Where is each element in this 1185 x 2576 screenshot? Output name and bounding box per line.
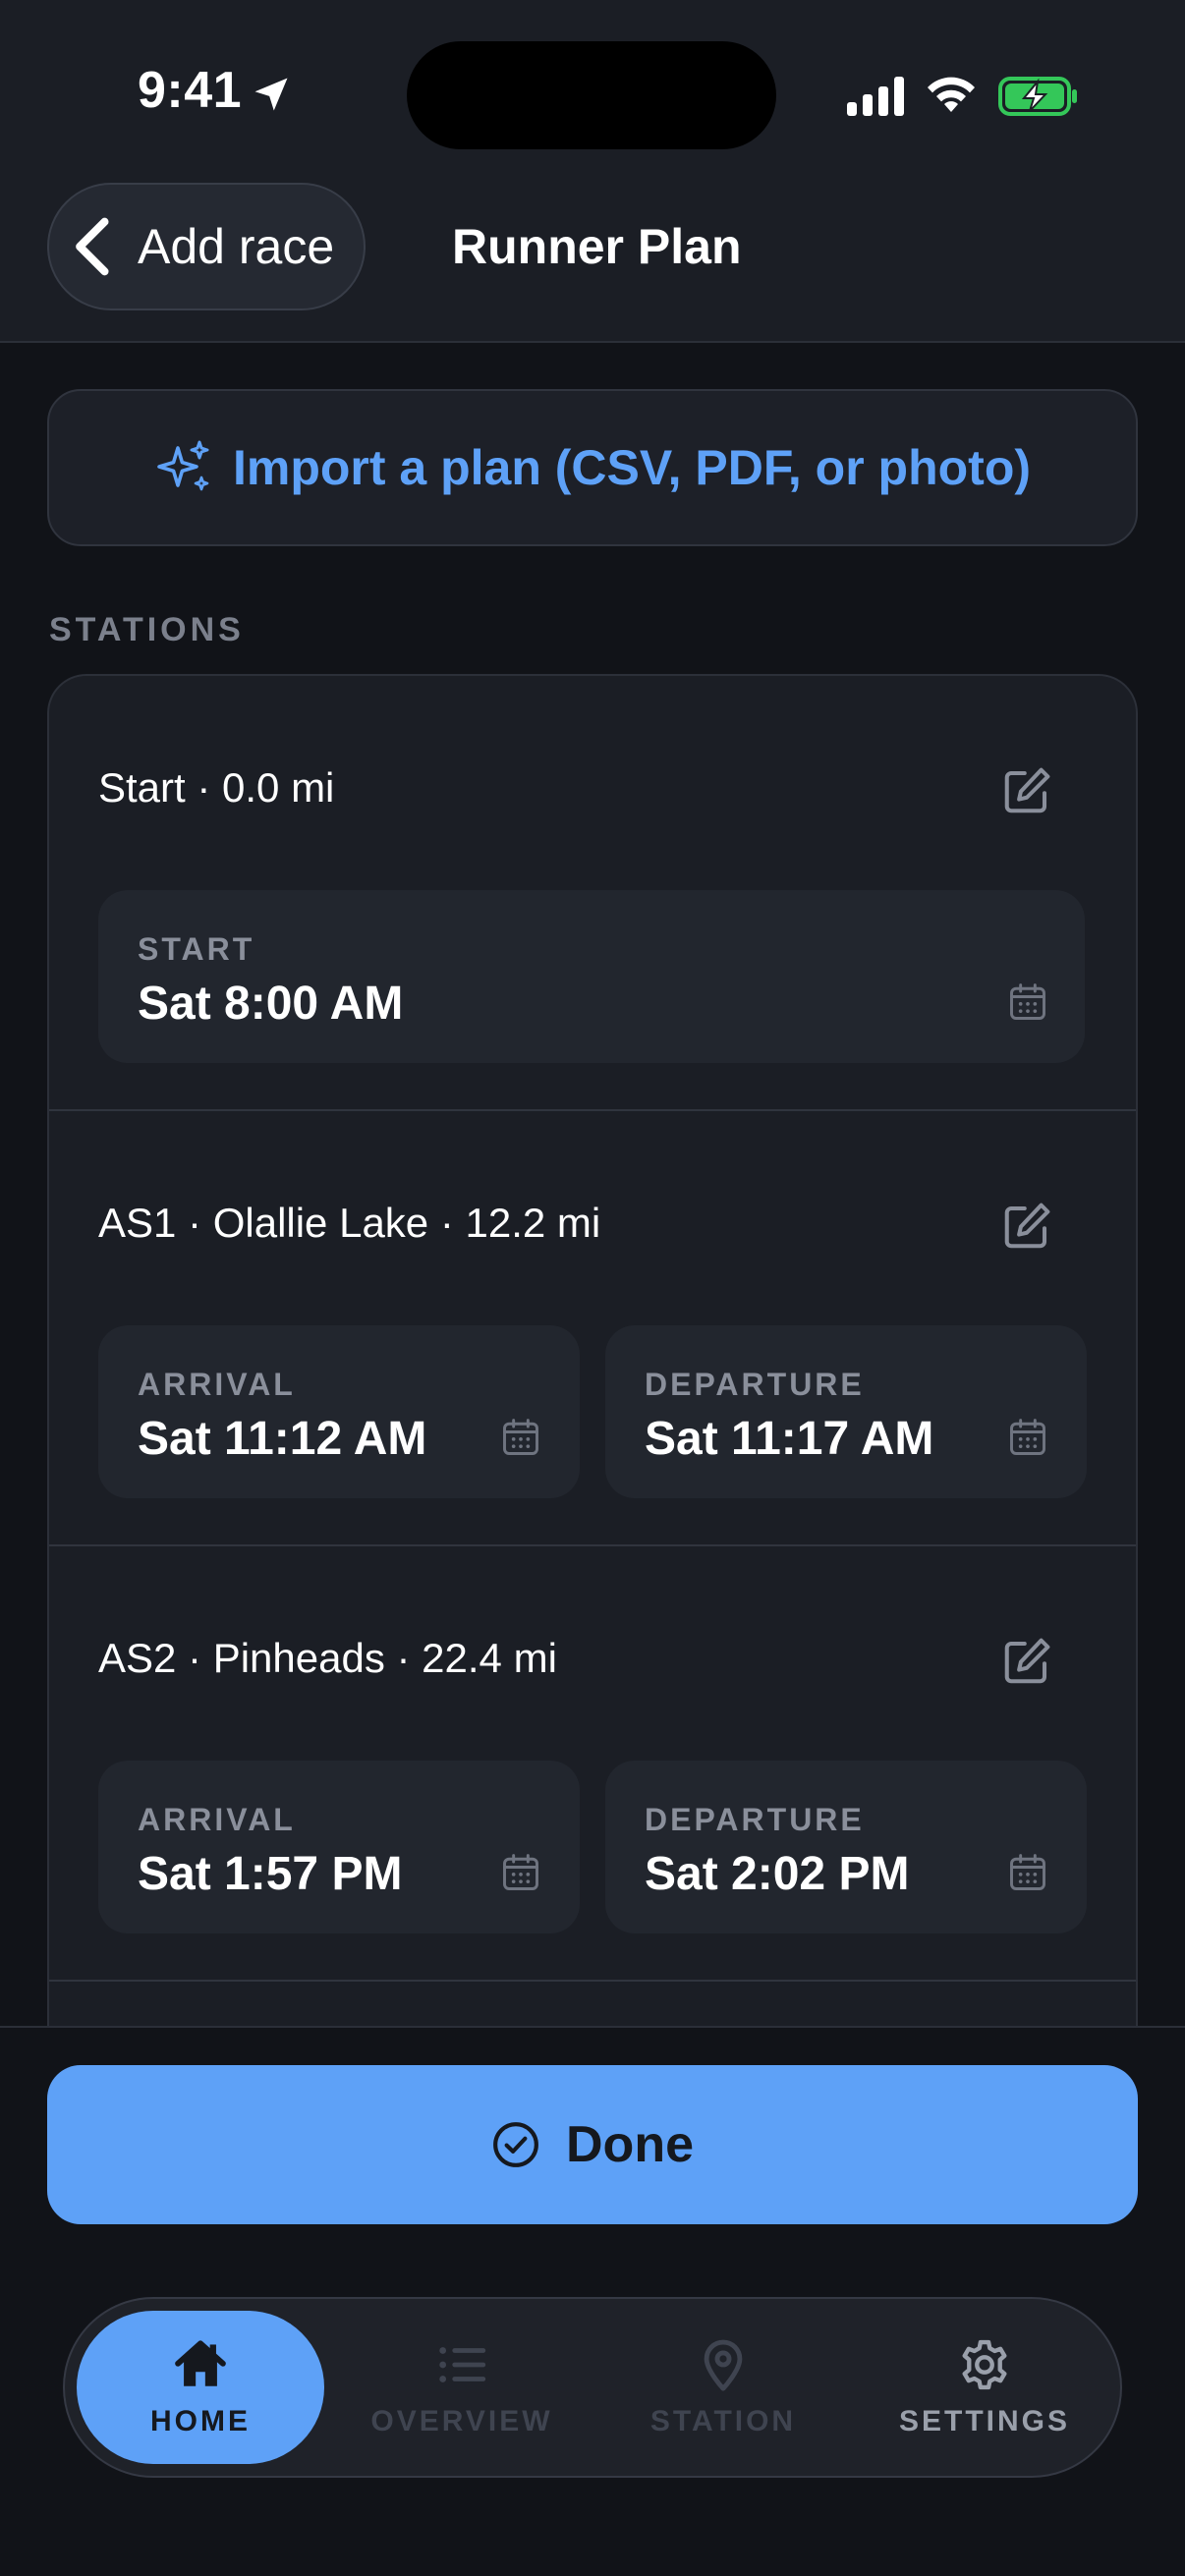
tab-bar: HOME OVERVIEW STATION SETTINGS: [63, 2297, 1122, 2478]
tab-home[interactable]: HOME: [77, 2311, 324, 2464]
home-icon: [175, 2340, 226, 2386]
start-time-value: Sat 8:00 AM: [138, 978, 404, 1030]
arrival-time-value: Sat 1:57 PM: [138, 1848, 403, 1900]
tab-overview[interactable]: OVERVIEW: [338, 2311, 586, 2464]
tab-station-label: STATION: [649, 2405, 797, 2437]
calendar-icon: [503, 1419, 538, 1455]
import-plan-label: Import a plan (CSV, PDF, or photo): [232, 440, 1032, 495]
calendar-icon: [1010, 983, 1045, 1020]
import-plan-button[interactable]: Import a plan (CSV, PDF, or photo): [47, 389, 1138, 546]
departure-time-value: Sat 2:02 PM: [645, 1848, 910, 1900]
dynamic-island: [407, 41, 776, 149]
wifi-icon: [928, 77, 975, 112]
map-pin-icon: [704, 2339, 743, 2391]
battery-charging-icon: [998, 77, 1077, 116]
tab-station[interactable]: STATION: [599, 2311, 847, 2464]
status-bar: 9:41: [0, 0, 1185, 149]
sparkles-icon: [157, 440, 209, 491]
edit-icon[interactable]: [1000, 1635, 1053, 1688]
arrival-time-value: Sat 11:12 AM: [138, 1413, 427, 1465]
departure-time-label: DEPARTURE: [645, 1802, 865, 1837]
runner-plan-screen: 9:41 Add race Runner Plan Import a plan …: [0, 0, 1185, 2576]
stations-list: Start · 0.0 mi START Sat 8:00 AM AS1 · O…: [47, 674, 1138, 2030]
tab-home-label: HOME: [150, 2405, 251, 2437]
done-button[interactable]: Done: [47, 2065, 1138, 2224]
tab-settings-label: SETTINGS: [898, 2405, 1070, 2437]
edit-icon[interactable]: [1000, 1200, 1053, 1253]
stations-section-label: STATIONS: [49, 611, 245, 648]
location-arrow-icon: [254, 78, 288, 111]
station-title: AS1 · Olallie Lake · 12.2 mi: [98, 1200, 601, 1246]
edit-icon[interactable]: [1000, 764, 1053, 817]
departure-time-field[interactable]: DEPARTURE Sat 11:17 AM: [605, 1325, 1087, 1498]
page-title: Runner Plan: [452, 219, 742, 274]
station-title: AS2 · Pinheads · 22.4 mi: [98, 1635, 557, 1681]
gear-icon: [962, 2339, 1007, 2390]
back-button-label: Add race: [138, 219, 335, 274]
station-row: Start · 0.0 mi START Sat 8:00 AM: [49, 676, 1136, 1111]
departure-time-value: Sat 11:17 AM: [645, 1413, 934, 1465]
back-button[interactable]: Add race: [47, 183, 366, 310]
start-time-label: START: [138, 931, 255, 967]
arrival-time-field[interactable]: ARRIVAL Sat 1:57 PM: [98, 1761, 580, 1933]
departure-time-label: DEPARTURE: [645, 1367, 865, 1402]
tab-overview-label: OVERVIEW: [370, 2405, 553, 2437]
departure-time-field[interactable]: DEPARTURE Sat 2:02 PM: [605, 1761, 1087, 1933]
station-row: AS2 · Pinheads · 22.4 mi ARRIVAL Sat 1:5…: [49, 1546, 1136, 1982]
bottom-bar: Done HOME OVERVIEW STATION SETTINGS: [0, 2026, 1185, 2576]
station-row: AS1 · Olallie Lake · 12.2 mi ARRIVAL Sat…: [49, 1111, 1136, 1546]
arrival-time-label: ARRIVAL: [138, 1802, 296, 1837]
tab-settings[interactable]: SETTINGS: [861, 2311, 1108, 2464]
arrival-time-field[interactable]: ARRIVAL Sat 11:12 AM: [98, 1325, 580, 1498]
station-title: Start · 0.0 mi: [98, 764, 335, 811]
list-icon: [439, 2347, 486, 2382]
done-button-label: Done: [566, 2116, 694, 2173]
cellular-signal-icon: [847, 77, 904, 116]
arrival-time-label: ARRIVAL: [138, 1367, 296, 1402]
calendar-icon: [1010, 1419, 1045, 1455]
calendar-icon: [1010, 1854, 1045, 1890]
start-time-field[interactable]: START Sat 8:00 AM: [98, 890, 1085, 1063]
navigation-header: 9:41 Add race Runner Plan: [0, 0, 1185, 343]
status-time: 9:41: [138, 62, 243, 119]
calendar-icon: [503, 1854, 538, 1890]
chevron-left-icon: [76, 217, 109, 276]
checkmark-circle-icon: [493, 2122, 538, 2167]
